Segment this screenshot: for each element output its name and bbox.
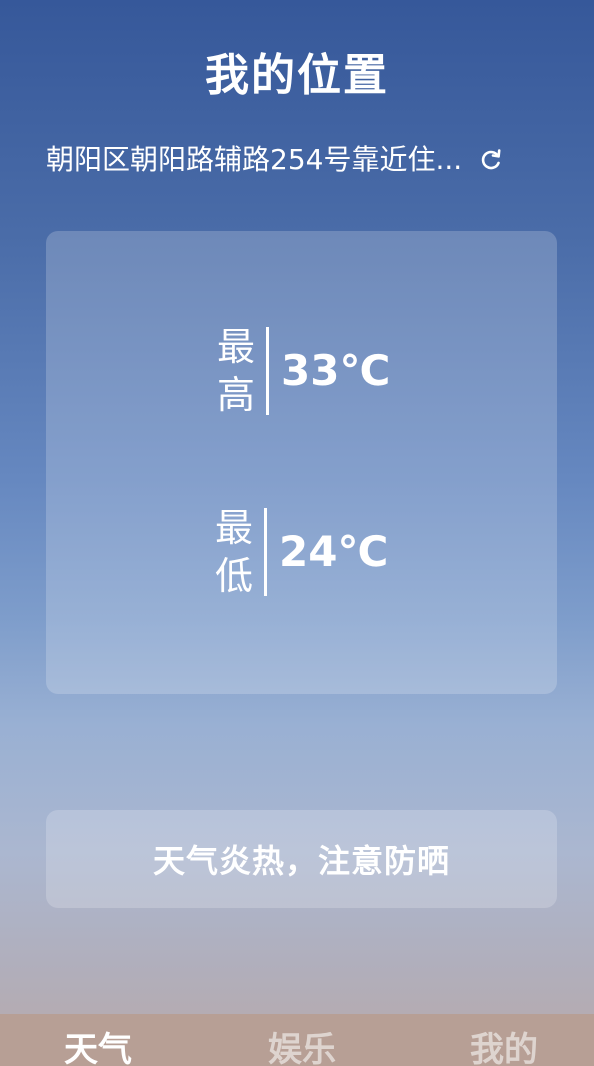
- nav-tab-entertainment[interactable]: 娱乐: [268, 1028, 336, 1066]
- temperature-card: 最高 33℃ 最低 24℃: [46, 231, 557, 694]
- location-row: 朝阳区朝阳路辅路254号靠近住...: [46, 140, 566, 180]
- refresh-icon-glyph: [481, 149, 501, 170]
- weather-tip-text: 天气炎热，注意防晒: [152, 842, 450, 880]
- low-temperature-label: 最低: [214, 506, 253, 598]
- location-text: 朝阳区朝阳路辅路254号靠近住...: [46, 143, 463, 176]
- high-temperature-value: 33℃: [281, 346, 391, 395]
- bottom-nav: 天气 娱乐 我的: [0, 1014, 594, 1066]
- low-temperature-row: 最低 24℃: [212, 504, 388, 600]
- low-temperature-value: 24℃: [279, 527, 389, 576]
- nav-tab-mine[interactable]: 我的: [470, 1028, 538, 1066]
- low-temperature-divider: [264, 508, 267, 596]
- nav-tab-weather[interactable]: 天气: [64, 1028, 132, 1066]
- refresh-icon[interactable]: [476, 145, 506, 175]
- high-temperature-row: 最高 33℃: [214, 323, 390, 419]
- high-temperature-divider: [266, 327, 269, 415]
- weather-tip-card: 天气炎热，注意防晒: [46, 810, 557, 908]
- page-title: 我的位置: [205, 50, 389, 101]
- high-temperature-label: 最高: [216, 325, 255, 417]
